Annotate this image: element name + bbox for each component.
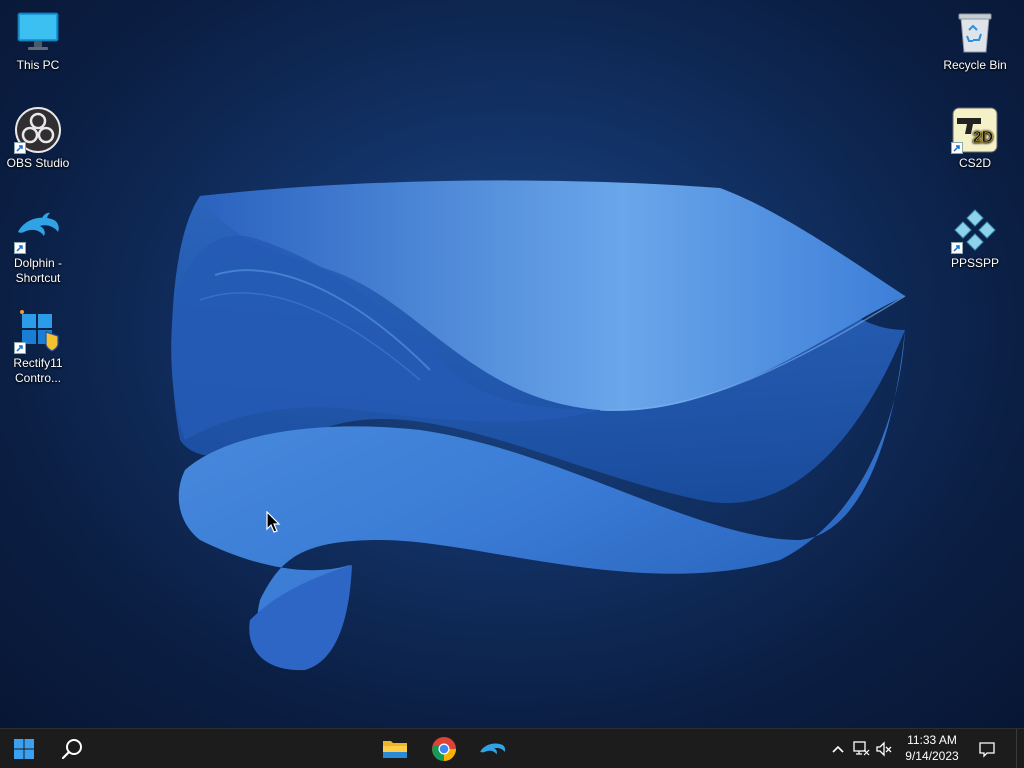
network-icon: [853, 741, 870, 756]
desktop-icon-label: Rectify11 Contro...: [13, 356, 63, 385]
windows-logo-icon: [14, 738, 34, 759]
clock-button[interactable]: 11:33 AM 9/14/2023: [898, 732, 966, 764]
shortcut-arrow-icon: [14, 242, 26, 254]
start-button[interactable]: [2, 729, 46, 768]
taskbar-chrome[interactable]: [422, 729, 466, 768]
dolphin-icon: [14, 206, 62, 254]
chevron-up-icon: [832, 745, 844, 753]
svg-text:2D: 2D: [973, 129, 993, 146]
recycle-bin-icon: [951, 8, 999, 56]
taskbar: 11:33 AM 9/14/2023: [0, 728, 1024, 768]
clock-time: 11:33 AM: [907, 733, 957, 747]
shortcut-arrow-icon: [14, 142, 26, 154]
monitor-icon: [14, 8, 62, 56]
desktop-icon-cs2d[interactable]: 2D CS2D: [937, 106, 1013, 171]
show-hidden-icons-button[interactable]: [828, 739, 848, 759]
desktop-icon-this-pc[interactable]: This PC: [0, 8, 76, 73]
show-desktop-button[interactable]: [1016, 729, 1017, 768]
cs2d-icon: 2D: [951, 106, 999, 154]
desktop-icon-recycle-bin[interactable]: Recycle Bin: [937, 8, 1013, 73]
taskbar-file-explorer[interactable]: [373, 729, 417, 768]
rectify11-icon: [14, 306, 62, 354]
desktop-icon-obs-studio[interactable]: OBS Studio: [0, 106, 76, 171]
ppsspp-icon: [951, 206, 999, 254]
desktop[interactable]: This PC OBS Studio Dolphin - Shortcut Re…: [0, 0, 1024, 728]
notifications-button[interactable]: [977, 739, 997, 759]
shortcut-arrow-icon: [14, 342, 26, 354]
desktop-icon-label: Recycle Bin: [943, 58, 1007, 72]
desktop-icon-label: CS2D: [958, 156, 991, 170]
search-button[interactable]: [50, 729, 94, 768]
volume-button[interactable]: [874, 739, 894, 759]
network-button[interactable]: [851, 739, 871, 759]
obs-icon: [14, 106, 62, 154]
chrome-icon: [432, 736, 456, 761]
desktop-icon-label: Dolphin - Shortcut: [13, 256, 63, 285]
desktop-icon-label: OBS Studio: [6, 156, 70, 170]
taskbar-dolphin[interactable]: [471, 729, 515, 768]
desktop-icon-ppsspp[interactable]: PPSSPP: [937, 206, 1013, 271]
desktop-icon-label: This PC: [16, 58, 60, 72]
wallpaper-bloom: [171, 180, 906, 671]
desktop-icon-label: PPSSPP: [950, 256, 1000, 270]
dolphin-icon: [480, 743, 506, 754]
shortcut-arrow-icon: [951, 242, 963, 254]
mouse-cursor-icon: [266, 511, 281, 533]
desktop-icon-rectify11[interactable]: Rectify11 Contro...: [0, 306, 76, 386]
clock-date: 9/14/2023: [905, 749, 959, 763]
search-icon: [61, 738, 82, 759]
desktop-icon-dolphin-shortcut[interactable]: Dolphin - Shortcut: [0, 206, 76, 286]
volume-muted-icon: [876, 741, 892, 757]
shortcut-arrow-icon: [951, 142, 963, 154]
file-explorer-icon: [383, 740, 407, 758]
notification-icon: [979, 742, 995, 758]
